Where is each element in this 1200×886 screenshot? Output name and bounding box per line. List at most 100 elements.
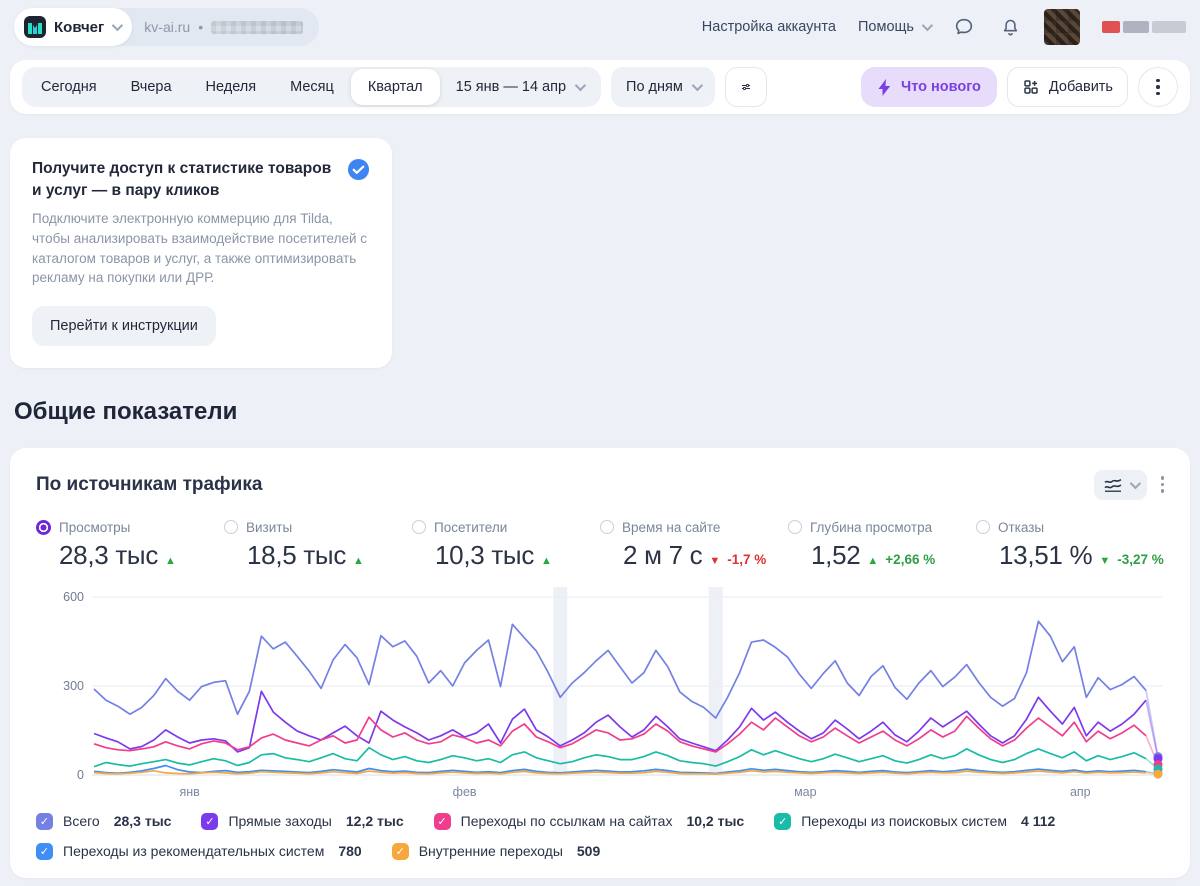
metric-tab-2[interactable]: Посетители 10,3 тыс ▲ <box>412 520 600 571</box>
trend-arrow-icon: ▼ <box>1099 554 1111 567</box>
metric-label: Глубина просмотра <box>810 519 933 535</box>
legend-label: Переходы по ссылкам на сайтах <box>460 813 673 830</box>
traffic-sources-card: По источникам трафика Просмотры 28,3 тыс ▲… <box>10 447 1190 878</box>
legend-item-3[interactable]: ✓ Переходы из поисковых систем 4 112 <box>774 812 1056 830</box>
dot-separator: • <box>198 19 204 35</box>
chart-type-select[interactable] <box>1093 469 1147 500</box>
promo-instruction-button[interactable]: Перейти к инструкции <box>32 305 216 346</box>
feedback-chat-icon[interactable] <box>952 15 976 39</box>
legend-checkbox[interactable]: ✓ <box>36 812 53 830</box>
metric-radio[interactable] <box>224 520 238 535</box>
chart-title: По источникам трафика <box>36 473 263 495</box>
trend-arrow-icon: ▲ <box>541 554 552 567</box>
legend-checkbox[interactable]: ✓ <box>774 812 792 830</box>
legend-item-5[interactable]: ✓ Внутренние переходы 509 <box>391 842 601 860</box>
promo-card: Получите доступ к статистике товаров и у… <box>10 138 392 368</box>
whats-new-button[interactable]: Что нового <box>861 67 997 107</box>
add-widget-button[interactable]: Добавить <box>1006 67 1128 107</box>
metric-radio[interactable] <box>976 520 990 535</box>
period-tab-2[interactable]: Неделя <box>189 69 274 105</box>
toolbar-menu-button[interactable] <box>1138 67 1178 107</box>
metric-radio[interactable] <box>36 519 51 535</box>
legend-item-2[interactable]: ✓ Переходы по ссылкам на сайтах 10,2 тыс <box>433 812 744 830</box>
metric-tabs: Просмотры 28,3 тыс ▲ Визиты 18,5 тыс ▲ Посетит… <box>36 519 1164 571</box>
svg-text:600: 600 <box>63 590 84 604</box>
chart-legend: ✓ Всего 28,3 тыс ✓ Прямые заходы 12,2 тыс ✓ Пер… <box>36 812 1136 860</box>
svg-text:янв: янв <box>179 785 200 799</box>
counter-switcher[interactable]: Ковчег <box>14 8 133 46</box>
traffic-sources-chart[interactable]: 0 300 600 янв фев мар апр <box>36 585 1164 803</box>
svg-text:фев: фев <box>453 785 477 799</box>
legend-label: Внутренние переходы <box>418 843 563 860</box>
chevron-down-icon <box>574 79 587 92</box>
trend-arrow-icon: ▲ <box>353 554 364 567</box>
help-menu[interactable]: Помощь <box>858 19 934 35</box>
whats-new-label: Что нового <box>901 79 981 95</box>
legend-label: Переходы из рекомендательных систем <box>63 843 325 860</box>
account-settings-link[interactable]: Настройка аккаунта <box>702 19 836 35</box>
metric-radio[interactable] <box>412 520 426 535</box>
svg-text:мар: мар <box>794 785 817 799</box>
user-avatar[interactable] <box>1044 9 1080 45</box>
counter-name: Ковчег <box>54 18 105 36</box>
trend-arrow-icon: ▲ <box>165 554 176 567</box>
legend-item-0[interactable]: ✓ Всего 28,3 тыс <box>36 812 171 830</box>
legend-checkbox[interactable]: ✓ <box>201 812 219 830</box>
granularity-label: По дням <box>626 79 683 95</box>
metric-tab-4[interactable]: Глубина просмотра 1,52 ▲ +2,66 % <box>788 520 976 571</box>
metrica-dashboard: Ковчег kv-ai.ru • Настройка аккаунта Пом… <box>0 0 1200 886</box>
chevron-down-icon <box>691 79 703 92</box>
period-tabs: Сегодня Вчера Неделя Месяц Квартал 15 янв — … <box>22 67 602 107</box>
legend-item-4[interactable]: ✓ Переходы из рекомендательных систем 780 <box>36 842 362 860</box>
add-label: Добавить <box>1048 79 1113 95</box>
chevron-down-icon <box>1129 477 1141 489</box>
period-tab-4[interactable]: Квартал <box>350 69 440 105</box>
legend-checkbox[interactable]: ✓ <box>391 842 409 860</box>
metric-label: Время на сайте <box>622 519 721 535</box>
counter-domain: kv-ai.ru • <box>144 19 304 35</box>
legend-label: Переходы из поисковых систем <box>801 813 1008 830</box>
metric-radio[interactable] <box>600 520 614 535</box>
metric-tab-0[interactable]: Просмотры 28,3 тыс ▲ <box>36 519 224 571</box>
legend-value: 12,2 тыс <box>345 813 404 830</box>
metric-value: 10,3 тыс <box>435 539 535 570</box>
sliders-icon <box>741 83 750 91</box>
metric-radio[interactable] <box>788 520 802 535</box>
period-tab-3[interactable]: Месяц <box>273 69 351 105</box>
chevron-down-icon <box>112 19 124 32</box>
metric-delta: -3,27 % <box>1117 551 1164 567</box>
promo-title: Получите доступ к статистике товаров и у… <box>32 160 332 199</box>
toolbar: Сегодня Вчера Неделя Месяц Квартал 15 янв — … <box>10 60 1190 114</box>
metric-label: Посетители <box>434 519 508 535</box>
notifications-bell-icon[interactable] <box>998 15 1022 39</box>
legend-checkbox[interactable]: ✓ <box>36 842 53 860</box>
period-tab-1[interactable]: Вчера <box>114 69 189 105</box>
redacted-user-name <box>1102 21 1186 33</box>
legend-label: Прямые заходы <box>228 813 332 830</box>
top-bar-right: Настройка аккаунта Помощь <box>702 9 1186 45</box>
legend-item-1[interactable]: ✓ Прямые заходы 12,2 тыс <box>201 812 404 830</box>
metrica-logo-icon <box>24 16 46 38</box>
period-tab-0[interactable]: Сегодня <box>24 69 114 105</box>
legend-checkbox[interactable]: ✓ <box>433 812 451 830</box>
blue-check-icon <box>347 158 370 181</box>
legend-value: 509 <box>576 843 601 860</box>
svg-text:апр: апр <box>1070 785 1091 799</box>
section-title: Общие показатели <box>14 397 238 425</box>
legend-value: 4 112 <box>1021 813 1056 830</box>
metric-tab-1[interactable]: Визиты 18,5 тыс ▲ <box>224 520 412 571</box>
date-range-label: 15 янв — 14 апр <box>455 79 567 95</box>
redacted-counter-id <box>211 20 304 34</box>
metric-tab-3[interactable]: Время на сайте 2 м 7 с ▼ -1,7 % <box>600 520 788 571</box>
segment-filter-button[interactable] <box>724 67 767 107</box>
legend-value: 780 <box>338 843 362 860</box>
metric-delta: -1,7 % <box>727 551 767 567</box>
metric-tab-5[interactable]: Отказы 13,51 % ▼ -3,27 % <box>976 520 1164 571</box>
metric-value: 28,3 тыс <box>59 539 159 570</box>
counter-domain-text[interactable]: kv-ai.ru <box>144 19 190 35</box>
metric-delta: +2,66 % <box>885 551 936 567</box>
date-range-picker[interactable]: 15 янв — 14 апр <box>440 79 599 95</box>
svg-text:0: 0 <box>77 768 84 782</box>
granularity-select[interactable]: По дням <box>611 67 715 107</box>
chart-menu-button[interactable] <box>1160 476 1164 493</box>
